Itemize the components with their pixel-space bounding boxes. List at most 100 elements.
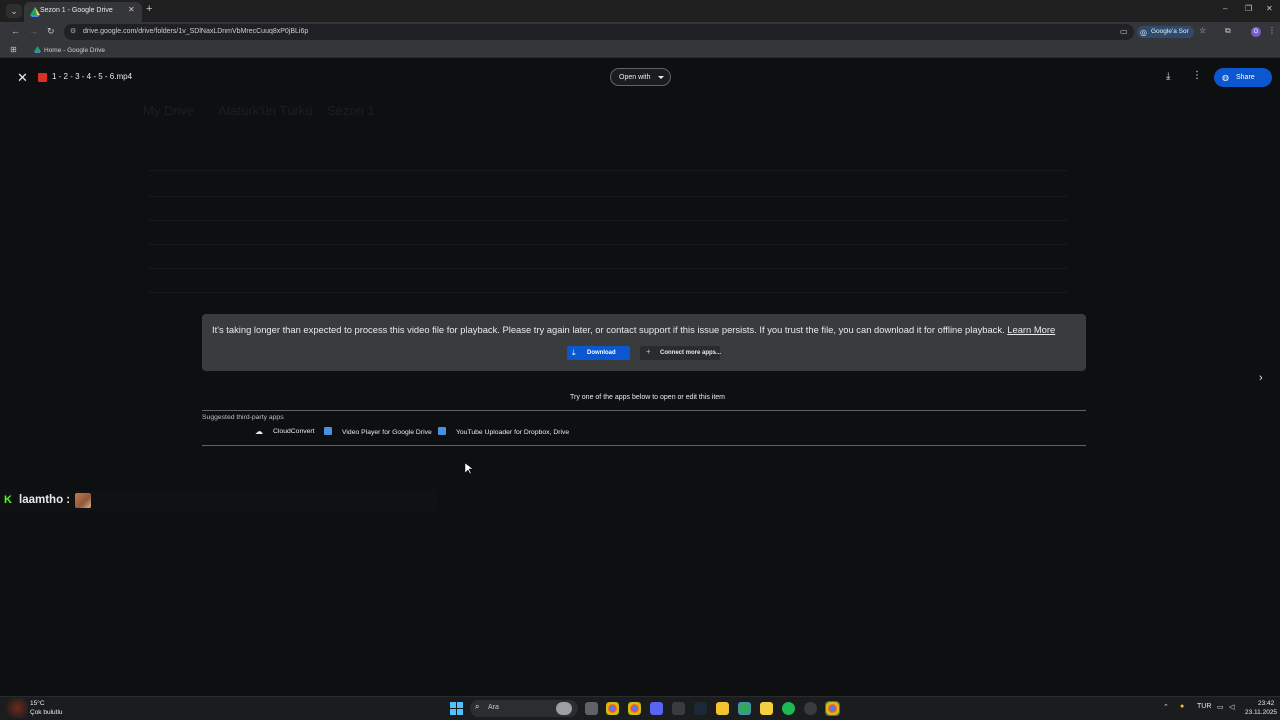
background-row-divider [148, 268, 1068, 269]
taskbar-search[interactable]: ⌕ Ara [470, 700, 578, 717]
discord-icon[interactable] [650, 702, 663, 715]
weather-icon[interactable] [2, 698, 28, 718]
clock-date[interactable]: 23.11.2025 [1245, 709, 1277, 716]
bookmark-star-icon[interactable]: ☆ [1199, 26, 1206, 35]
background-row-divider [148, 244, 1068, 245]
clock-time[interactable]: 23:42 [1258, 700, 1274, 707]
close-window-button[interactable]: ✕ [1266, 4, 1273, 13]
language-indicator[interactable]: TUR [1197, 703, 1211, 710]
error-message: It's taking longer than expected to proc… [212, 324, 1055, 335]
back-arrow-icon[interactable]: ← [11, 26, 20, 36]
bookmarks-bar: ⊞ Home - Google Drive [0, 42, 1280, 58]
video-file-icon [38, 73, 47, 82]
search-icon: ⌕ [475, 702, 480, 711]
connect-more-apps-button[interactable]: + Connect more apps... [640, 346, 722, 360]
app-video-player[interactable]: Video Player for Google Drive [324, 427, 432, 436]
breadcrumb-my-drive: My Drive [143, 103, 195, 118]
tab-close-icon[interactable]: ✕ [128, 5, 135, 14]
address-bar[interactable]: ⚙ drive.google.com/drive/folders/1v_SDlN… [64, 24, 1134, 40]
background-row-divider [148, 220, 1068, 221]
file-name: 1 - 2 - 3 - 4 - 5 - 6.mp4 [52, 72, 133, 81]
google-sor-label: Google'a Sor [1151, 28, 1189, 35]
profile-avatar[interactable]: G [1251, 27, 1261, 37]
steam-icon[interactable] [694, 702, 707, 715]
microphone-icon[interactable]: ● [1180, 703, 1184, 710]
open-with-label: Open with [619, 74, 651, 81]
app-label: CloudConvert [273, 428, 315, 435]
minimize-button[interactable]: – [1223, 4, 1227, 13]
chrome-profile-icon[interactable] [628, 702, 641, 715]
plus-icon: + [646, 347, 651, 356]
new-tab-button[interactable]: + [146, 3, 152, 15]
chat-emote-icon [75, 493, 91, 508]
globe-icon: ◍ [1222, 73, 1229, 82]
download-label: Download [587, 349, 616, 356]
breadcrumb-current: Sezon 1 [327, 103, 375, 118]
weather-temperature: 15°C [30, 700, 45, 707]
apps-grid-icon[interactable]: ⊞ [10, 45, 17, 54]
stream-chat-message: K laamtho : [0, 490, 438, 511]
background-row-divider [148, 170, 1068, 171]
url-text: drive.google.com/drive/folders/1v_SDlNax… [83, 28, 309, 35]
divider [202, 410, 1086, 411]
learn-more-link[interactable]: Learn More [1007, 324, 1055, 335]
extensions-icon[interactable]: ⧉ [1225, 26, 1231, 36]
monitor-icon[interactable]: ▭ [1217, 703, 1224, 711]
reload-icon[interactable]: ↻ [47, 26, 55, 37]
breadcrumb-folder: Atatürk'ün Türkü [218, 103, 313, 118]
more-options-icon[interactable]: ⋮ [1192, 70, 1202, 81]
chat-username: laamtho : [19, 494, 71, 506]
app-cloudconvert[interactable]: ☁ CloudConvert [255, 427, 315, 436]
bookmark-home-drive[interactable]: Home - Google Drive [34, 46, 105, 54]
download-icon[interactable]: ⤓ [1166, 71, 1170, 82]
connect-more-apps-label: Connect more apps... [660, 349, 722, 356]
cloud-icon: ☁ [255, 427, 263, 436]
share-label: Share [1236, 74, 1255, 81]
open-with-button[interactable]: Open with [610, 68, 671, 86]
site-info-icon[interactable]: ⚙ [70, 27, 76, 35]
cast-icon[interactable]: ▭ [1120, 27, 1128, 36]
share-button[interactable]: ◍ Share [1214, 68, 1272, 87]
divider [202, 445, 1086, 446]
browser-tab-active[interactable]: Sezon 1 - Google Drive ✕ [24, 2, 142, 22]
bookmark-label: Home - Google Drive [44, 47, 106, 54]
google-sor-button[interactable]: ◎ Google'a Sor [1137, 26, 1194, 38]
processing-error-banner: It's taking longer than expected to proc… [202, 314, 1086, 371]
try-apps-text: Try one of the apps below to open or edi… [570, 394, 725, 401]
task-view-icon[interactable] [585, 702, 598, 715]
video-player-icon [324, 427, 332, 435]
app-label: Video Player for Google Drive [342, 429, 432, 436]
browser-toolbar: ← → ↻ ⚙ drive.google.com/drive/folders/1… [0, 22, 1280, 42]
spotify-icon[interactable] [782, 702, 795, 715]
download-button[interactable]: ⤓ Download [567, 346, 630, 360]
file-explorer-icon[interactable] [716, 702, 729, 715]
chrome-beta-icon[interactable] [738, 702, 751, 715]
kick-logo-icon: K [4, 494, 12, 506]
youtube-uploader-icon [438, 427, 446, 435]
tab-search-chevron-icon[interactable]: ⌄ [6, 4, 22, 18]
google-drive-favicon-icon [30, 7, 40, 17]
settings-icon[interactable] [804, 702, 817, 715]
forward-arrow-icon[interactable]: → [29, 26, 38, 36]
app-icon[interactable] [672, 702, 685, 715]
chrome-menu-icon[interactable]: ⋮ [1268, 26, 1276, 35]
restore-button[interactable]: ❐ [1245, 4, 1252, 13]
suggested-apps-label: Suggested third-party apps [202, 414, 284, 421]
chrome-icon[interactable] [606, 702, 619, 715]
sticky-notes-icon[interactable] [760, 702, 773, 715]
mouse-cursor-icon [465, 463, 473, 474]
chrome-active-icon[interactable] [825, 701, 840, 716]
tray-chevron-icon[interactable]: ⌃ [1163, 703, 1169, 711]
google-lens-icon: ◎ [1140, 28, 1147, 37]
app-youtube-uploader[interactable]: YouTube Uploader for Dropbox, Drive [438, 427, 569, 436]
windows-start-icon[interactable] [450, 702, 463, 715]
app-label: YouTube Uploader for Dropbox, Drive [456, 429, 570, 436]
search-highlight-icon [556, 702, 572, 715]
background-row-divider [148, 292, 1068, 293]
error-text: It's taking longer than expected to proc… [212, 324, 1005, 335]
search-placeholder: Ara [488, 704, 499, 711]
google-drive-favicon-icon [34, 46, 41, 53]
next-file-chevron-icon[interactable]: › [1259, 372, 1263, 384]
close-viewer-icon[interactable]: ✕ [17, 70, 28, 86]
volume-icon[interactable]: ◁ [1229, 703, 1234, 711]
